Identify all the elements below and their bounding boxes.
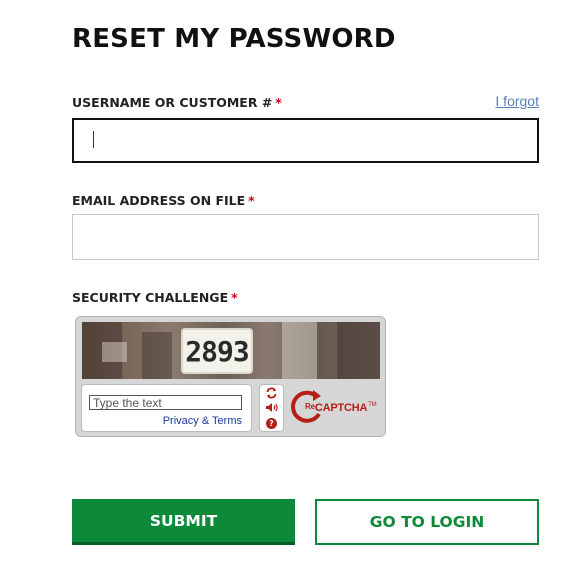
captcha-response-input[interactable] <box>89 395 242 410</box>
recaptcha-widget: 2893 Privacy & Terms ? <box>75 316 386 437</box>
help-icon[interactable]: ? <box>265 417 279 429</box>
refresh-icon[interactable] <box>265 387 279 399</box>
recaptcha-logo: ReCAPTCHATM <box>289 389 379 429</box>
email-label: EMAIL ADDRESS ON FILE * <box>72 193 255 208</box>
page-title: RESET MY PASSWORD <box>72 24 396 54</box>
required-mark: * <box>248 193 255 208</box>
recaptcha-prefix: Re <box>305 402 315 411</box>
username-input[interactable] <box>72 118 539 163</box>
text-caret <box>93 131 94 148</box>
username-label: USERNAME OR CUSTOMER # * <box>72 95 282 110</box>
help-glyph: ? <box>266 417 277 429</box>
email-input[interactable] <box>72 214 539 260</box>
captcha-challenge-image: 2893 <box>82 322 380 379</box>
username-label-text: USERNAME OR CUSTOMER # <box>72 95 273 110</box>
amp-separator: & <box>201 415 210 427</box>
captcha-privacy-terms: Privacy & Terms <box>163 415 242 427</box>
security-challenge-label: SECURITY CHALLENGE * <box>72 290 238 305</box>
captcha-text-plate: 2893 <box>183 330 251 372</box>
required-mark: * <box>275 95 282 110</box>
terms-link[interactable]: Terms <box>212 415 242 427</box>
go-to-login-button[interactable]: GO TO LOGIN <box>315 499 539 545</box>
captcha-response-panel: Privacy & Terms <box>81 384 252 432</box>
email-label-text: EMAIL ADDRESS ON FILE <box>72 193 246 208</box>
recaptcha-tm: TM <box>368 402 377 408</box>
audio-icon[interactable] <box>265 402 279 414</box>
captcha-tools: ? <box>259 384 284 432</box>
forgot-username-link[interactable]: I forgot <box>495 93 539 109</box>
privacy-link[interactable]: Privacy <box>163 415 199 427</box>
security-label-text: SECURITY CHALLENGE <box>72 290 229 305</box>
recaptcha-name: CAPTCHA <box>314 402 368 414</box>
required-mark: * <box>231 290 238 305</box>
recaptcha-wordmark: ReCAPTCHATM <box>305 402 377 414</box>
submit-button[interactable]: SUBMIT <box>72 499 295 545</box>
